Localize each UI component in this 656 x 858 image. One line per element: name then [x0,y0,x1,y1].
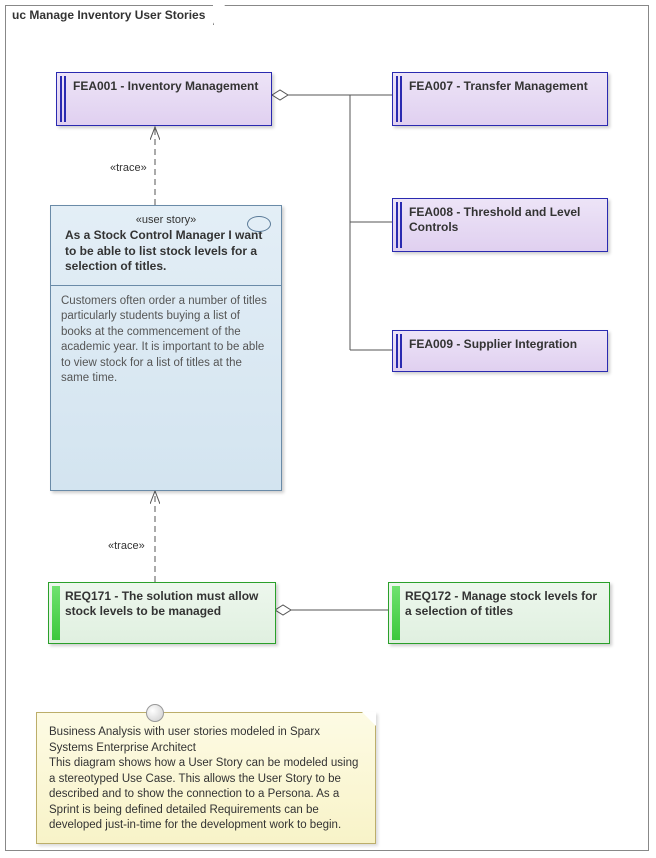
feature-fea009[interactable]: FEA009 - Supplier Integration [392,330,608,372]
diagram-title: uc Manage Inventory User Stories [12,8,205,22]
feature-stripe [396,334,402,368]
feature-label: FEA007 - Transfer Management [409,79,601,94]
feature-fea001[interactable]: FEA001 - Inventory Management [56,72,272,126]
requirement-stripe [392,586,400,640]
feature-label: FEA009 - Supplier Integration [409,337,601,352]
feature-stripe [60,76,66,122]
requirement-stripe [52,586,60,640]
requirement-label: REQ171 - The solution must allow stock l… [65,589,269,619]
diagram-canvas: uc Manage Inventory User Stories FEA001 … [0,0,656,858]
diagram-title-tab: uc Manage Inventory User Stories [5,5,214,25]
trace-label-2: «trace» [108,540,145,552]
requirement-label: REQ172 - Manage stock levels for a selec… [405,589,603,619]
user-story-title: As a Stock Control Manager I want to be … [61,228,271,275]
requirement-req172[interactable]: REQ172 - Manage stock levels for a selec… [388,582,610,644]
trace-label-1: «trace» [110,162,147,174]
requirement-req171[interactable]: REQ171 - The solution must allow stock l… [48,582,276,644]
note-dogear [362,712,376,726]
feature-label: FEA001 - Inventory Management [73,79,265,94]
feature-label: FEA008 - Threshold and Level Controls [409,205,601,235]
feature-fea008[interactable]: FEA008 - Threshold and Level Controls [392,198,608,252]
user-story-body: Customers often order a number of titles… [51,286,281,395]
usecase-icon [247,216,271,232]
diagram-note[interactable]: Business Analysis with user stories mode… [36,712,376,844]
feature-stripe [396,202,402,248]
feature-fea007[interactable]: FEA007 - Transfer Management [392,72,608,126]
user-story-header: «user story» As a Stock Control Manager … [51,206,281,286]
feature-stripe [396,76,402,122]
note-text: Business Analysis with user stories mode… [37,713,375,844]
user-story-node[interactable]: «user story» As a Stock Control Manager … [50,205,282,491]
user-story-stereotype: «user story» [61,214,271,226]
note-handle-icon [146,704,164,722]
